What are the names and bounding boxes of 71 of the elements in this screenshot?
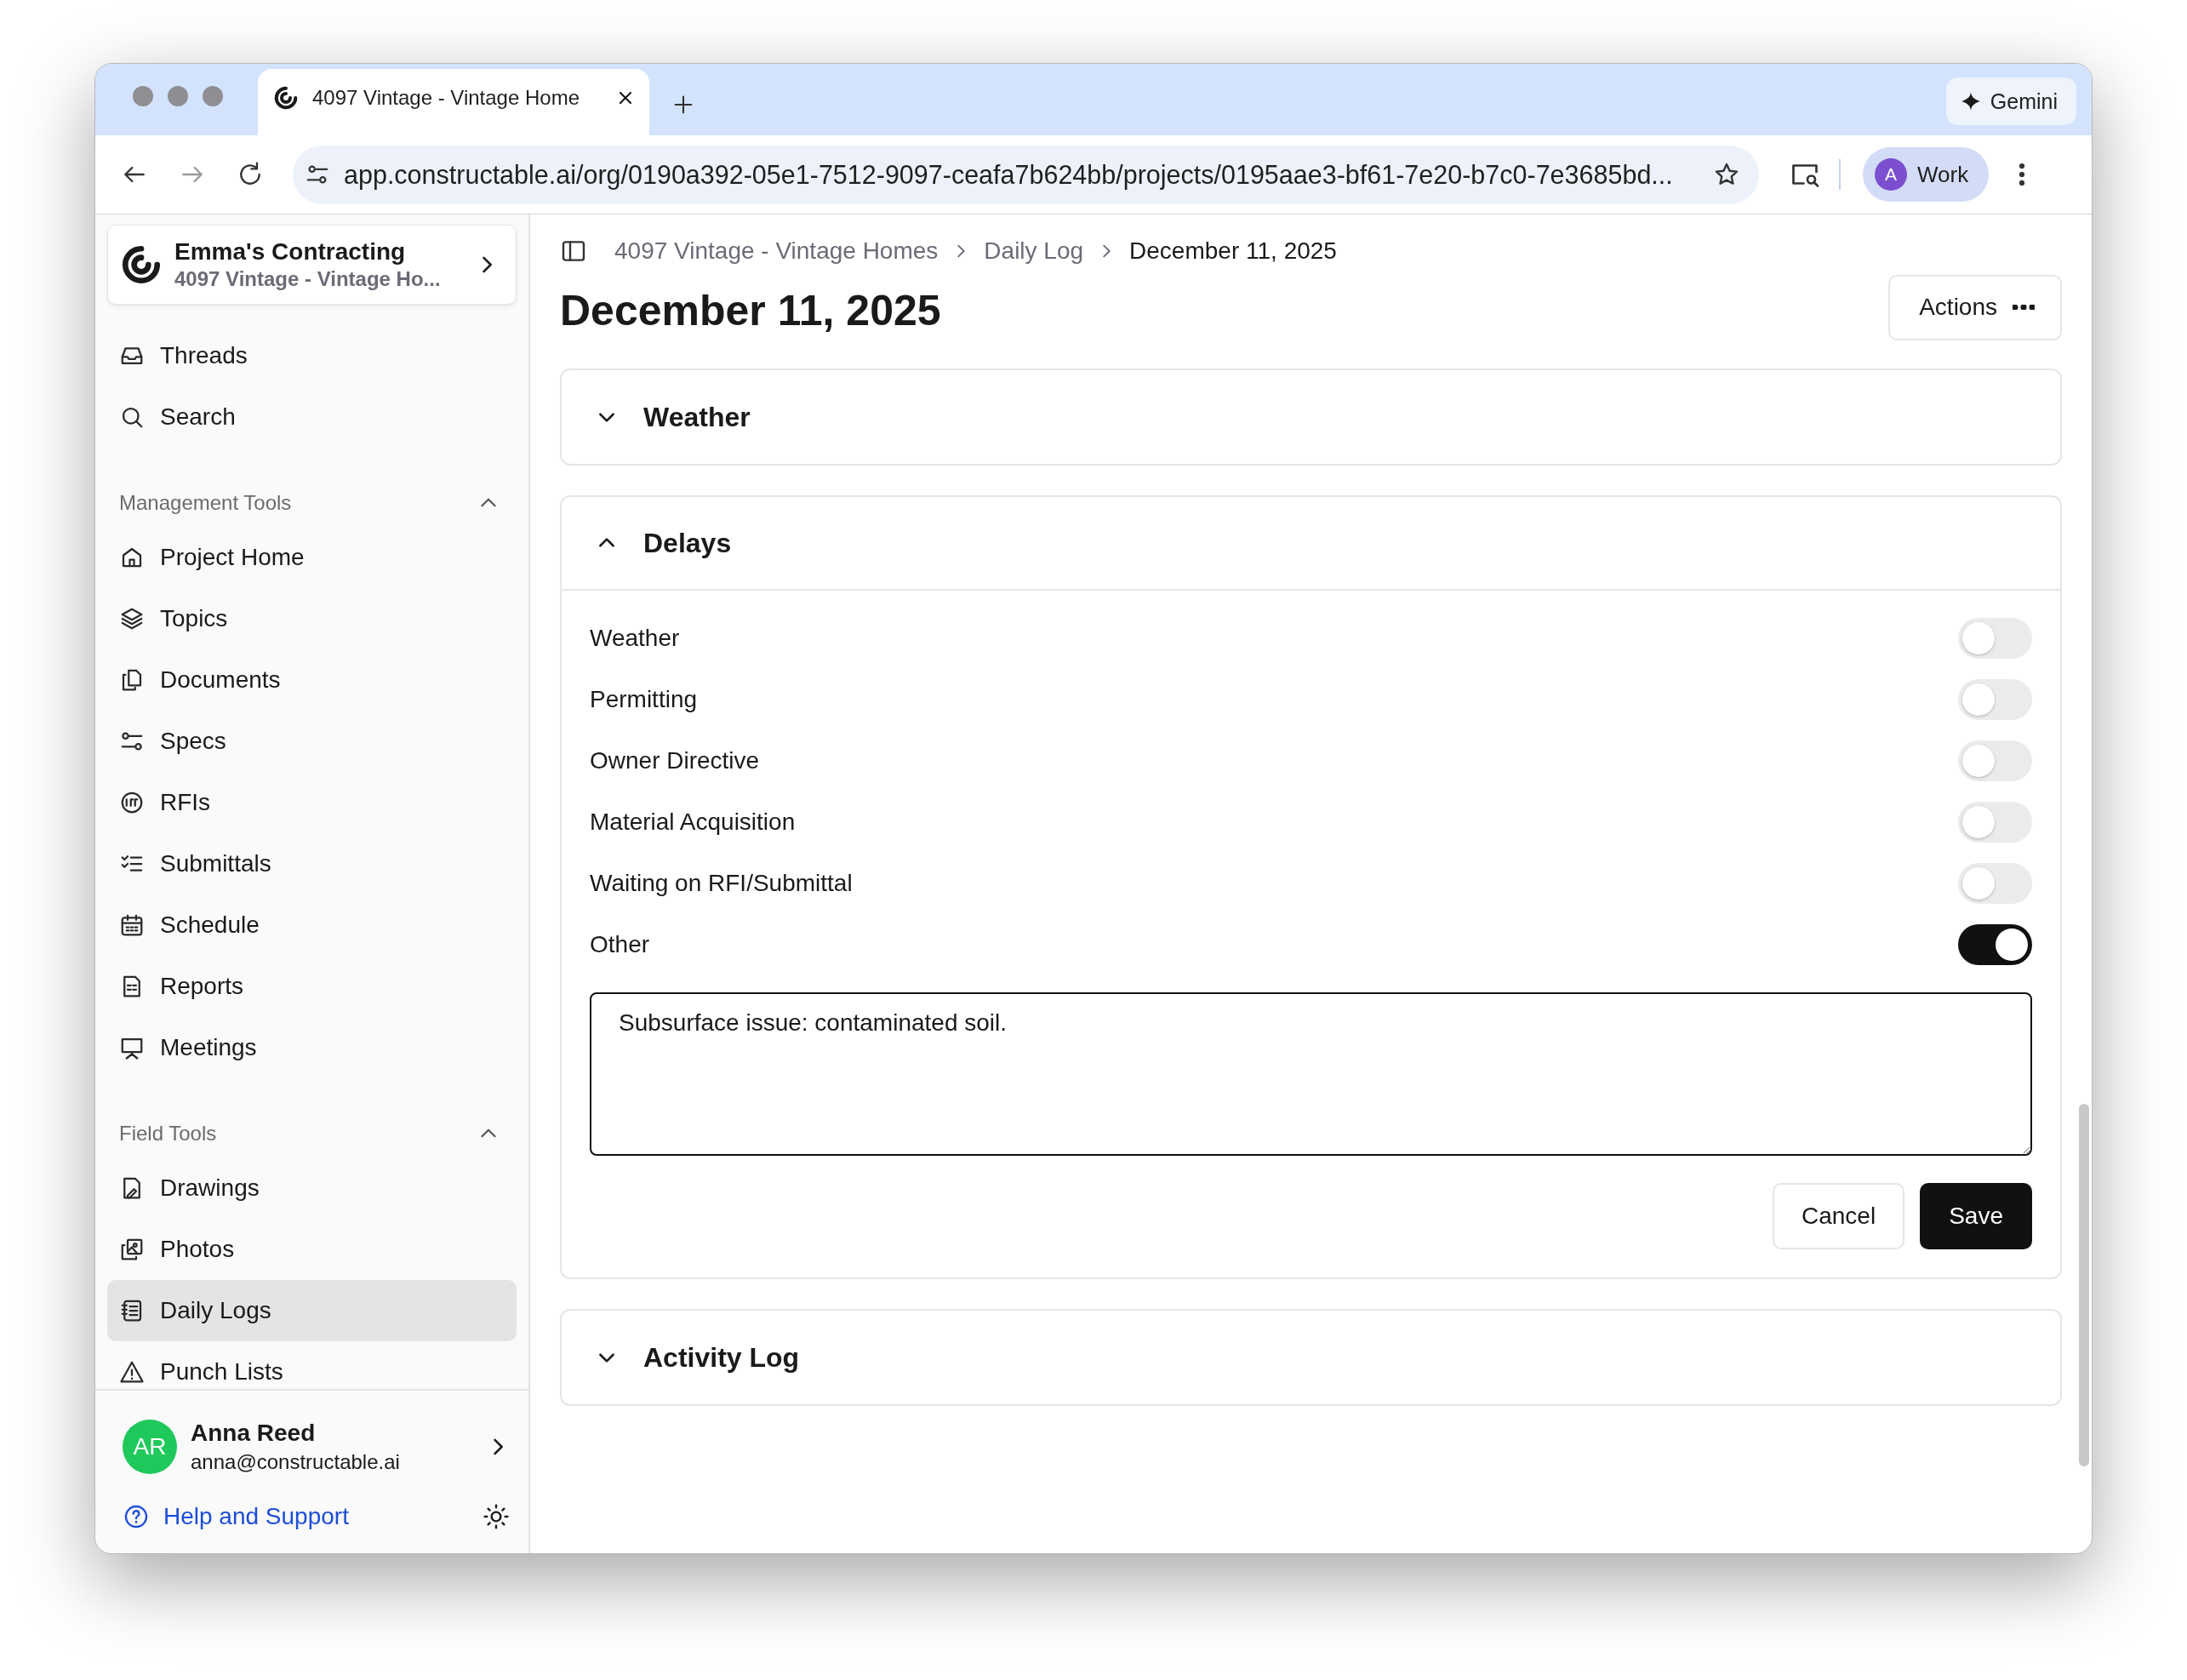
toggle-switch[interactable] <box>1958 924 2032 965</box>
nav-item[interactable]: Drawings <box>107 1157 517 1219</box>
user-name: Anna Reed <box>191 1420 317 1447</box>
section-title: Management Tools <box>119 491 292 515</box>
nav-item[interactable]: Meetings <box>107 1017 517 1078</box>
help-link[interactable]: Help and Support <box>123 1503 349 1530</box>
user-menu[interactable]: AR Anna Reed anna@constructable.ai <box>123 1408 510 1486</box>
toggle-label: Other <box>590 931 650 958</box>
nav-item[interactable]: Submittals <box>107 833 517 894</box>
warning-icon <box>119 1359 145 1385</box>
nav-item[interactable]: Schedule <box>107 894 517 956</box>
user-avatar: AR <box>123 1420 177 1474</box>
spiral-logo-icon <box>273 85 299 111</box>
more-icon <box>2013 305 2035 310</box>
nav-item[interactable]: RFIs <box>107 772 517 833</box>
page-title: December 11, 2025 <box>560 286 941 335</box>
text-area[interactable]: Subsurface issue: contaminated soil. <box>590 992 2032 1156</box>
save-button[interactable]: Save <box>1920 1183 2032 1249</box>
section-header[interactable]: Activity Log <box>562 1311 2060 1404</box>
actions-button[interactable]: Actions <box>1888 274 2062 340</box>
section-title: Delays <box>643 527 732 559</box>
tab-title: 4097 Vintage - Vintage Home <box>312 86 580 110</box>
browser-tab[interactable]: 4097 Vintage - Vintage Home <box>258 69 649 135</box>
toggle-switch[interactable] <box>1958 679 2032 720</box>
nav-item[interactable]: Search <box>107 386 517 448</box>
nav-item[interactable]: Documents <box>107 649 517 711</box>
url-text: app.constructable.ai/org/0190a392-05e1-7512-9097-ceafa7b624bb/projects/0195aae3-bf61-7e20-b7c0-7e3685bd... <box>344 159 1674 190</box>
toggle-label: Material Acquisition <box>590 809 796 836</box>
nav-item[interactable]: Project Home <box>107 527 517 588</box>
nav-item[interactable]: Photos <box>107 1219 517 1280</box>
toggle-label: Weather <box>590 625 680 652</box>
profile-button[interactable]: A Work <box>1863 147 1990 202</box>
section-title: Field Tools <box>119 1122 217 1146</box>
spiral-logo-icon <box>120 243 163 286</box>
help-icon <box>123 1503 150 1530</box>
nav-item[interactable]: Topics <box>107 588 517 649</box>
toggle-switch[interactable] <box>1958 863 2032 904</box>
toggle-switch[interactable] <box>1958 802 2032 843</box>
address-bar[interactable]: app.constructable.ai/org/0190a392-05e1-7512-9097-ceafa7b624bb/projects/0195aae3-bf61-7e20-b7c0-7e3685bd... <box>293 145 1759 204</box>
org-name: Emma's Contracting <box>174 238 407 266</box>
section-title: Weather <box>643 401 751 433</box>
nav-item[interactable]: Punch Lists <box>107 1341 517 1389</box>
user-email: anna@constructable.ai <box>191 1450 401 1474</box>
gemini-button[interactable]: Gemini <box>1945 77 2076 125</box>
rfi-icon <box>119 790 145 815</box>
section-header[interactable]: Field Tools <box>107 1110 517 1157</box>
sun-icon[interactable] <box>483 1503 510 1530</box>
section-header[interactable]: Weather <box>562 370 2060 464</box>
calendar-icon <box>119 912 145 938</box>
toggle-switch[interactable] <box>1958 618 2032 659</box>
toggle-switch[interactable] <box>1958 740 2032 781</box>
toggle-label: Waiting on RFI/Submittal <box>590 870 853 897</box>
project-name: 4097 Vintage - Vintage Ho... <box>174 267 442 291</box>
profile-avatar: A <box>1875 158 1907 191</box>
nav-item[interactable]: Specs <box>107 711 517 772</box>
nav-item[interactable]: Reports <box>107 956 517 1017</box>
layers-icon <box>119 606 145 631</box>
breadcrumb-link[interactable]: Daily Log <box>984 237 1084 265</box>
breadcrumb-link[interactable]: 4097 Vintage - Vintage Homes <box>614 237 939 265</box>
toggle-label: Permitting <box>590 686 698 713</box>
section-title: Activity Log <box>643 1341 800 1374</box>
nav-item[interactable]: Threads <box>107 325 517 386</box>
nav-item[interactable]: Daily Logs <box>107 1280 517 1341</box>
photos-icon <box>119 1237 145 1262</box>
section-header[interactable]: Management Tools <box>107 479 517 527</box>
workspace-switcher[interactable]: Emma's Contracting 4097 Vintage - Vintage Ho... <box>107 225 517 305</box>
section-header[interactable]: Delays <box>562 497 2060 591</box>
cancel-button[interactable]: Cancel <box>1773 1183 1905 1249</box>
scrollbar-thumb[interactable] <box>2079 1104 2089 1466</box>
breadcrumb-current: December 11, 2025 <box>1129 237 1337 265</box>
toggle-label: Owner Directive <box>590 747 760 774</box>
